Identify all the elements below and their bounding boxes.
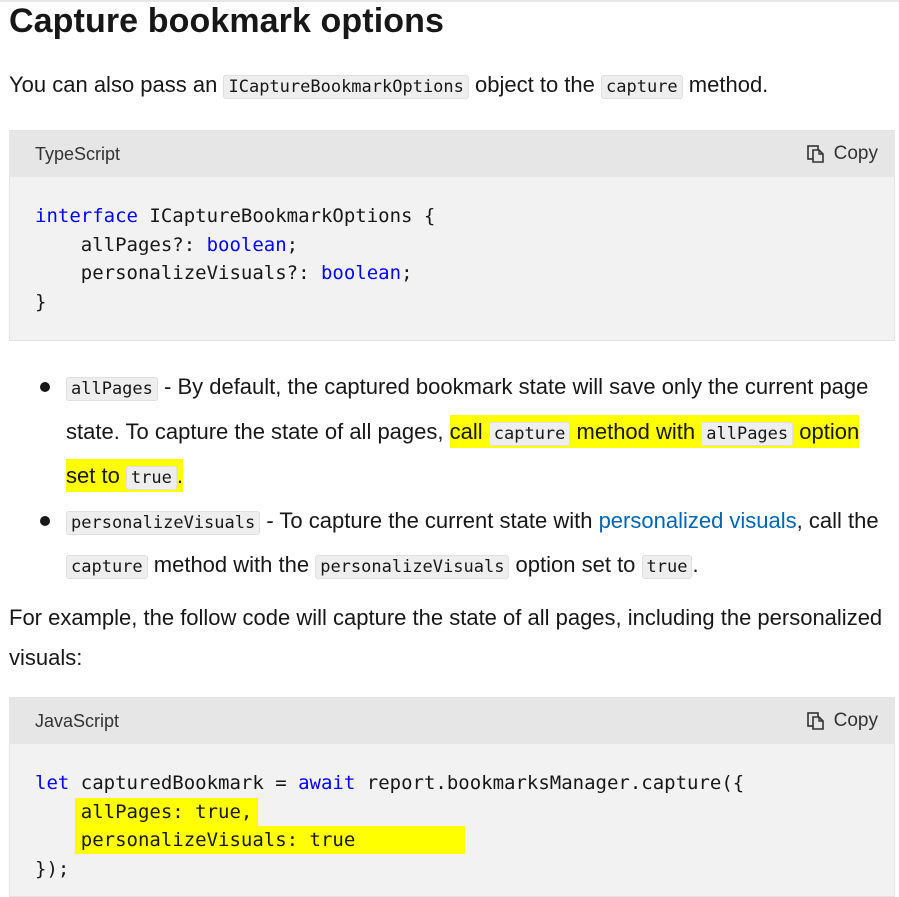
typescript-code-block: TypeScript Copy interface ICaptureBookma… bbox=[9, 130, 895, 341]
option-description: method with the bbox=[147, 552, 316, 577]
section-heading: Capture bookmark options bbox=[9, 2, 445, 40]
code-text: allPages?: bbox=[35, 233, 207, 256]
code-text: capturedBookmark = bbox=[69, 772, 299, 794]
copy-button[interactable]: Copy bbox=[806, 710, 878, 732]
inline-code-capture: capture bbox=[488, 421, 571, 446]
code-text: }); bbox=[35, 857, 70, 880]
inline-code-capture: capture bbox=[601, 75, 683, 99]
code-content: interface ICaptureBookmarkOptions { allP… bbox=[10, 177, 894, 316]
inline-code-capture: capture bbox=[66, 555, 148, 579]
code-keyword: boolean bbox=[206, 233, 287, 256]
highlight-text-part: call bbox=[449, 418, 489, 444]
inline-code-true: true bbox=[125, 466, 177, 490]
inline-code-options-interface: ICaptureBookmarkOptions bbox=[223, 75, 469, 99]
javascript-code-block: JavaScript Copy let capturedBookmark = a… bbox=[9, 697, 895, 897]
code-keyword: let bbox=[35, 772, 70, 794]
code-text: personalizeVisuals?: bbox=[35, 262, 321, 284]
copy-icon bbox=[806, 712, 824, 730]
copy-label: Copy bbox=[833, 143, 878, 164]
code-text: ICaptureBookmarkOptions { bbox=[137, 205, 436, 227]
intro-text-before: You can also pass an bbox=[9, 72, 218, 97]
inline-code-allpages: allPages bbox=[66, 377, 158, 401]
intro-text-middle: object to the bbox=[475, 72, 595, 97]
code-text: report.bookmarksManager.capture({ bbox=[355, 772, 745, 794]
highlighted-code-line: allPages: true, bbox=[74, 797, 259, 826]
code-text: ; bbox=[401, 262, 413, 284]
option-description: . bbox=[692, 552, 699, 577]
highlighted-code-line: personalizeVisuals: true bbox=[74, 826, 466, 854]
intro-paragraph: You can also pass an ICaptureBookmarkOpt… bbox=[9, 68, 889, 104]
code-text: } bbox=[35, 290, 47, 313]
copy-button[interactable]: Copy bbox=[806, 143, 878, 165]
option-description: - To capture the current state with bbox=[260, 507, 599, 533]
highlight-text-part: . bbox=[176, 463, 183, 488]
list-item-allpages: allPages - By default, the captured book… bbox=[0, 366, 886, 500]
code-language-label: TypeScript bbox=[35, 144, 121, 164]
code-content: let capturedBookmark = await report.book… bbox=[10, 744, 894, 883]
option-description: option set to bbox=[509, 552, 642, 577]
option-description: , call the bbox=[796, 507, 879, 533]
code-block-header: TypeScript Copy bbox=[10, 131, 894, 177]
options-list: allPages - By default, the captured book… bbox=[0, 366, 899, 589]
personalized-visuals-link[interactable]: personalized visuals bbox=[599, 508, 797, 533]
inline-code-allpages: allPages bbox=[701, 421, 794, 446]
copy-label: Copy bbox=[833, 710, 878, 731]
code-language-label: JavaScript bbox=[35, 711, 120, 731]
intro-text-after: method. bbox=[688, 72, 769, 97]
code-text: ; bbox=[286, 233, 299, 256]
code-keyword: interface bbox=[35, 205, 138, 227]
highlight-text-part: method with bbox=[570, 418, 702, 444]
code-keyword: boolean bbox=[320, 262, 402, 284]
inline-code-personalizevisuals: personalizeVisuals bbox=[66, 510, 261, 535]
code-block-header: JavaScript Copy bbox=[10, 698, 894, 744]
code-keyword: await bbox=[298, 772, 356, 794]
copy-icon bbox=[806, 145, 824, 163]
inline-code-true: true bbox=[641, 555, 693, 579]
example-paragraph: For example, the follow code will captur… bbox=[9, 605, 883, 670]
list-item-personalizevisuals: personalizeVisuals - To capture the curr… bbox=[0, 500, 886, 589]
inline-code-personalizevisuals: personalizeVisuals bbox=[315, 555, 510, 579]
